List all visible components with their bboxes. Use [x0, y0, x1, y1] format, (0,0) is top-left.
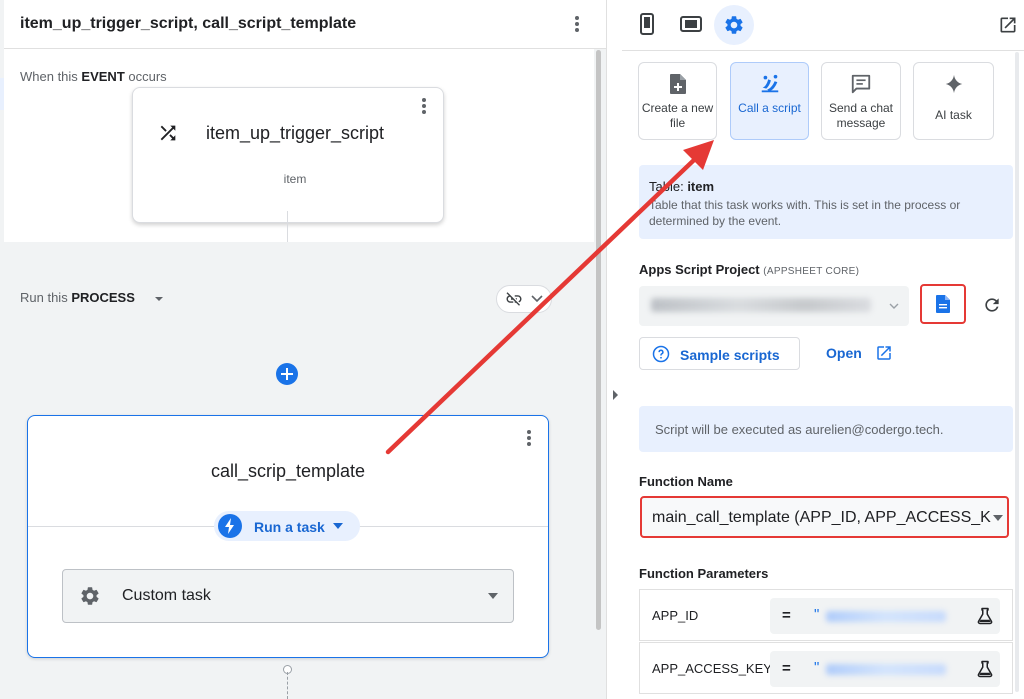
open-in-new-icon[interactable]	[875, 344, 893, 362]
gear-icon	[79, 585, 101, 607]
blurred-expression-value	[826, 664, 946, 675]
apps-script-project-label: Apps Script Project (APPSHEET CORE)	[639, 262, 860, 277]
add-step-button[interactable]	[275, 362, 299, 386]
scrollbar[interactable]	[1014, 52, 1020, 692]
note-add-icon	[639, 73, 716, 95]
event-table-name: item	[283, 172, 307, 186]
workflow-header: item_up_trigger_script, call_script_temp…	[4, 0, 606, 49]
parameter-name: APP_ACCESS_KEY	[652, 661, 770, 676]
task-type-send-chat[interactable]: Send a chat message	[821, 62, 901, 140]
expression-quote: "	[814, 659, 820, 676]
equals-sign: =	[782, 660, 791, 677]
tile-label: AI task	[935, 108, 972, 122]
refresh-icon[interactable]	[982, 295, 1002, 315]
tile-label: Create a new file	[641, 101, 714, 130]
event-card[interactable]: item_up_trigger_script item	[132, 87, 444, 223]
chevron-down-icon	[531, 295, 543, 303]
task-type-value: Custom task	[122, 587, 211, 604]
caret-down-icon[interactable]	[152, 292, 166, 306]
open-script-link[interactable]: Open	[826, 345, 862, 361]
script-icon	[731, 73, 808, 95]
chevron-down-icon	[889, 302, 899, 310]
unlink-process-button[interactable]	[496, 285, 552, 313]
caret-down-icon	[332, 521, 344, 531]
more-vert-icon[interactable]	[417, 96, 431, 116]
open-in-new-icon[interactable]	[998, 15, 1018, 35]
table-info-box: Table: item Table that this task works w…	[639, 165, 1013, 239]
flask-icon[interactable]	[976, 607, 994, 625]
shuffle-icon	[157, 122, 179, 144]
more-vert-icon[interactable]	[569, 13, 585, 35]
caret-down-icon	[487, 592, 499, 600]
step-connector	[287, 672, 289, 699]
function-name-select[interactable]: main_call_template (APP_ID, APP_ACCESS_K…	[640, 496, 1009, 538]
open-script-file-button[interactable]	[920, 284, 966, 324]
tile-label: Send a chat message	[828, 101, 894, 130]
function-name-value: main_call_template (APP_ID, APP_ACCESS_K…	[652, 509, 992, 526]
tile-label: Call a script	[738, 101, 801, 115]
more-vert-icon[interactable]	[522, 428, 536, 448]
table-info-label: Table: item	[649, 179, 715, 194]
bolt-icon	[218, 514, 242, 538]
table-info-description: Table that this task works with. This is…	[649, 198, 961, 228]
task-step-card[interactable]: call_scrip_template Run a task Custom ta…	[27, 415, 549, 658]
function-parameters-label: Function Parameters	[639, 566, 769, 581]
run-task-label: Run a task	[254, 519, 325, 535]
task-type-create-file[interactable]: Create a new file	[638, 62, 717, 140]
parameter-row: APP_ACCESS_KEY = "	[639, 642, 1013, 694]
sample-scripts-label: Sample scripts	[680, 347, 780, 363]
task-step-name: call_scrip_template	[210, 461, 366, 481]
blurred-expression-value	[826, 611, 946, 622]
equals-sign: =	[782, 607, 791, 624]
add-circle-icon	[276, 363, 298, 385]
collapse-arrow-icon[interactable]	[611, 389, 619, 401]
task-type-select[interactable]: Custom task	[62, 569, 514, 623]
task-type-ai-task[interactable]: AI task	[913, 62, 994, 140]
flask-icon[interactable]	[976, 660, 994, 678]
parameter-row: APP_ID = "	[639, 589, 1013, 641]
gear-icon[interactable]	[714, 5, 754, 45]
task-settings-panel: Create a new file Call a script Send a c…	[622, 0, 1024, 699]
workflow-title: item_up_trigger_script, call_script_temp…	[20, 15, 357, 32]
caret-down-icon	[992, 514, 1004, 522]
function-name-label: Function Name	[639, 474, 733, 489]
preview-toolbar	[622, 0, 1024, 51]
parameter-expression-field[interactable]: = "	[770, 651, 1000, 687]
workflow-editor-panel: item_up_trigger_script, call_script_temp…	[0, 0, 606, 699]
parameter-name: APP_ID	[652, 608, 699, 623]
event-section-label: When this EVENT occurs	[20, 69, 167, 84]
run-task-dropdown[interactable]: Run a task	[214, 511, 360, 541]
phone-icon[interactable]	[640, 13, 654, 35]
link-off-icon	[506, 292, 522, 306]
sparkle-icon	[914, 73, 993, 95]
help-icon	[652, 345, 670, 363]
blurred-project-name	[651, 298, 871, 312]
apps-script-project-select[interactable]	[639, 286, 909, 326]
process-label[interactable]: Run this PROCESS	[20, 290, 135, 305]
scrollbar[interactable]	[596, 50, 601, 630]
task-type-call-script[interactable]: Call a script	[730, 62, 809, 140]
event-section: When this EVENT occurs item_up_trigger_s…	[4, 49, 594, 242]
step-connector	[287, 211, 288, 242]
event-name: item_up_trigger_script	[205, 123, 385, 143]
tablet-icon[interactable]	[680, 13, 702, 35]
file-icon	[935, 295, 951, 313]
expression-quote: "	[814, 606, 820, 623]
parameter-expression-field[interactable]: = "	[770, 598, 1000, 634]
sample-scripts-button[interactable]: Sample scripts	[639, 337, 800, 370]
execution-note: Script will be executed as aurelien@code…	[639, 406, 1013, 452]
execution-note-text: Script will be executed as aurelien@code…	[655, 422, 944, 437]
chat-icon	[822, 73, 900, 95]
